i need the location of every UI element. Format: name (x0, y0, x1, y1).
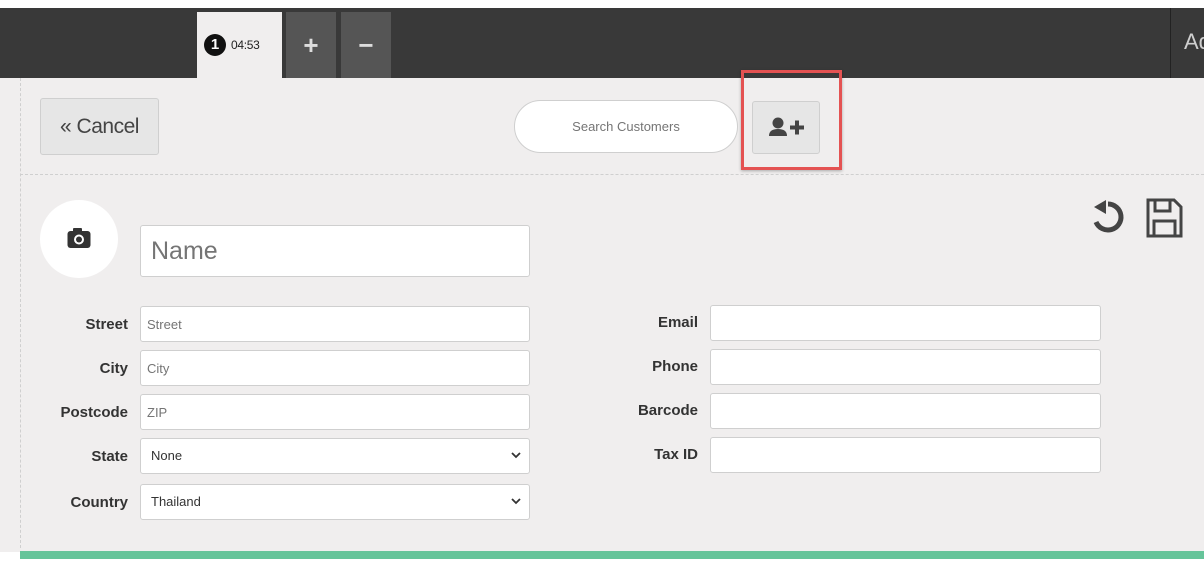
order-time: 04:53 (231, 38, 260, 52)
save-button[interactable] (1144, 196, 1184, 240)
email-label: Email (657, 314, 698, 331)
postcode-input[interactable] (140, 394, 530, 430)
tax-id-label: Tax ID (654, 446, 698, 463)
state-select-value: None (151, 448, 183, 463)
panel-left-border (20, 78, 21, 548)
add-order-tab-button[interactable]: + (286, 12, 336, 78)
toolbar-divider (20, 174, 1204, 175)
state-select[interactable]: None (140, 438, 530, 474)
order-tab-1[interactable]: 1 04:53 (197, 12, 282, 78)
city-input[interactable] (140, 350, 530, 386)
country-select[interactable]: Thailand (140, 484, 530, 520)
chevron-down-icon (511, 452, 521, 459)
chevron-down-icon (511, 498, 521, 505)
highlight-annotation-box (741, 70, 842, 170)
floppy-disk-icon (1146, 198, 1183, 238)
phone-label: Phone (652, 358, 698, 375)
email-input[interactable] (710, 305, 1101, 341)
postcode-label: Postcode (60, 404, 128, 421)
topbar-right-truncated-text[interactable]: Ad (1184, 29, 1204, 55)
street-input[interactable] (140, 306, 530, 342)
order-number-badge: 1 (204, 34, 226, 56)
undo-icon (1093, 200, 1124, 233)
tax-id-input[interactable] (710, 437, 1101, 473)
search-customers-input[interactable] (514, 100, 738, 153)
name-input[interactable] (140, 225, 530, 277)
cancel-button[interactable]: « Cancel (40, 98, 159, 155)
reset-button[interactable] (1088, 196, 1128, 240)
state-label: State (91, 448, 128, 465)
barcode-label: Barcode (637, 402, 698, 419)
country-label: Country (70, 494, 129, 511)
city-label: City (99, 360, 128, 377)
top-bar: Ad (0, 8, 1204, 78)
customer-photo-button[interactable] (40, 200, 118, 278)
street-label: Street (85, 316, 128, 333)
accent-bar (20, 551, 1204, 559)
country-select-value: Thailand (151, 494, 201, 509)
topbar-divider (1170, 8, 1171, 78)
remove-order-tab-button[interactable]: − (341, 12, 391, 78)
phone-input[interactable] (710, 349, 1101, 385)
camera-icon (67, 228, 91, 248)
barcode-input[interactable] (710, 393, 1101, 429)
